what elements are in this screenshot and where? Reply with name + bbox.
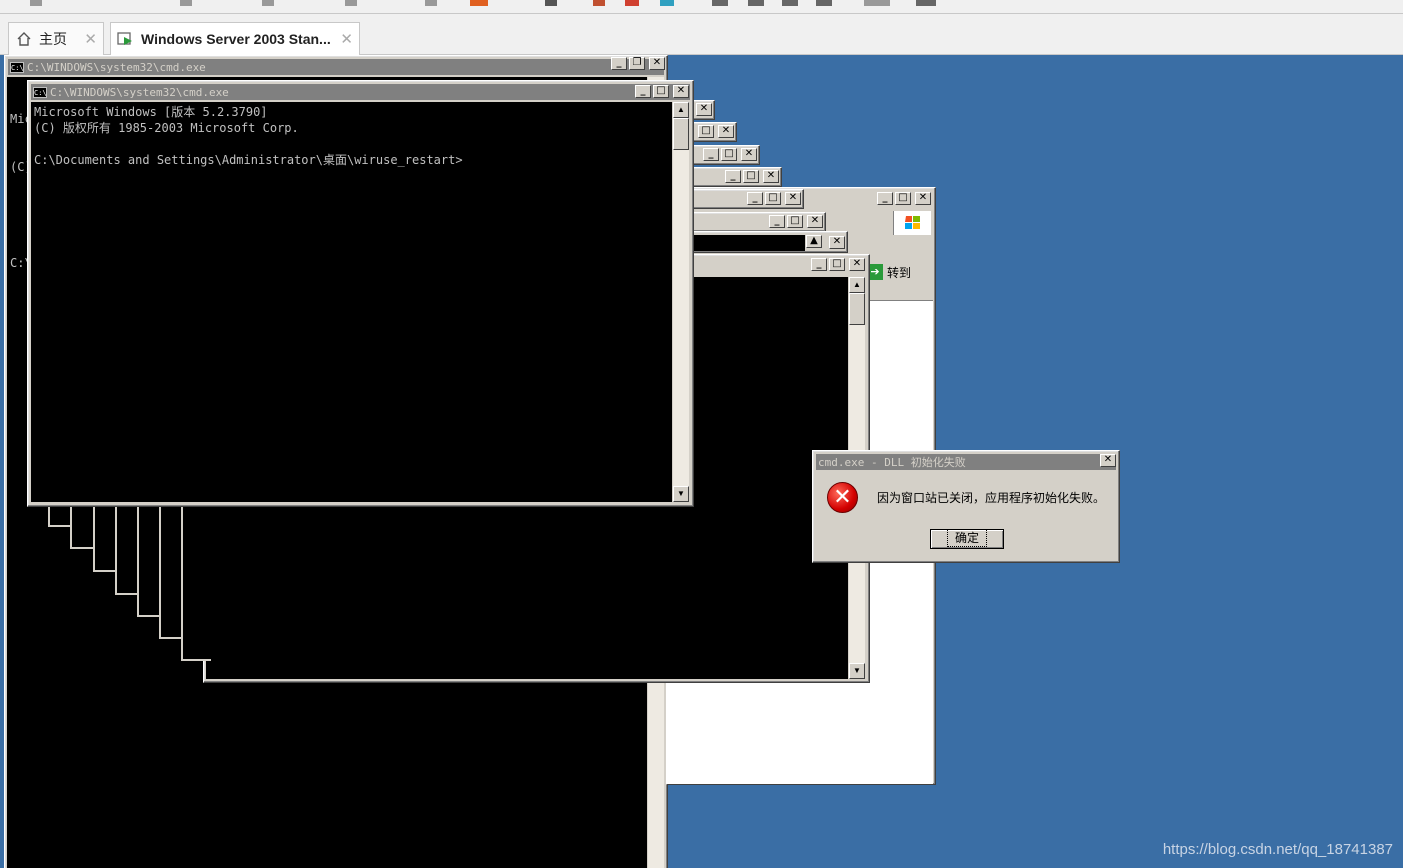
console-area[interactable]: Microsoft Windows [版本 5.2.3790] (C) 版权所有… — [31, 102, 672, 502]
tab-vm-label: Windows Server 2003 Stan... — [141, 31, 331, 47]
tab-home-label: 主页 — [39, 31, 67, 47]
close-button[interactable]: ✕ — [807, 215, 823, 228]
guest-desktop: C:\ C:\WINDOWS\system32\cmd.exe _ ❐ ✕ Mi… — [0, 55, 1403, 868]
scroll-up-arrow[interactable]: ▲ — [673, 102, 689, 118]
maximize-button[interactable]: □ — [765, 192, 781, 205]
minimize-button[interactable]: _ — [725, 170, 741, 183]
ok-button-label: 确定 — [946, 529, 988, 547]
ok-button[interactable]: 确定 — [930, 529, 1004, 549]
scrollbar[interactable]: ▲ ▼ — [673, 102, 689, 502]
scroll-up-arrow[interactable]: ▲ — [806, 235, 822, 248]
close-button[interactable]: ✕ — [718, 125, 734, 138]
maximize-button[interactable]: □ — [743, 170, 759, 183]
go-button[interactable]: ➔ 转到 — [867, 261, 929, 283]
close-button[interactable]: ✕ — [849, 258, 865, 271]
title-bar[interactable]: C:\ C:\WINDOWS\system32\cmd.exe — [8, 59, 664, 75]
dialog-title: cmd.exe - DLL 初始化失败 — [818, 456, 966, 469]
close-icon[interactable]: ✕ — [332, 30, 353, 48]
windows-logo-icon — [893, 211, 931, 235]
watermark: https://blog.csdn.net/qq_18741387 — [1162, 841, 1393, 858]
minimize-button[interactable]: _ — [611, 57, 627, 70]
close-icon[interactable]: ✕ — [76, 30, 97, 48]
scroll-up-arrow[interactable]: ▲ — [849, 277, 865, 293]
close-button[interactable]: ✕ — [696, 103, 712, 116]
minimize-button[interactable]: _ — [769, 215, 785, 228]
close-button[interactable]: ✕ — [915, 192, 931, 205]
maximize-button[interactable]: □ — [721, 148, 737, 161]
tab-vm[interactable]: Windows Server 2003 Stan... ✕ — [110, 22, 360, 55]
close-button[interactable]: ✕ — [1100, 454, 1116, 467]
host-tab-bar: 主页 ✕ Windows Server 2003 Stan... ✕ — [0, 14, 1403, 55]
close-button[interactable]: ✕ — [763, 170, 779, 183]
maximize-button[interactable]: □ — [787, 215, 803, 228]
maximize-button[interactable]: □ — [653, 85, 669, 98]
dialog-title-bar[interactable]: cmd.exe - DLL 初始化失败 — [816, 454, 1116, 470]
host-toolbar — [0, 0, 1403, 14]
minimize-button[interactable]: _ — [811, 258, 827, 271]
minimize-button[interactable]: _ — [747, 192, 763, 205]
home-icon — [15, 30, 33, 48]
scroll-thumb[interactable] — [849, 293, 865, 325]
scroll-thumb[interactable] — [673, 118, 689, 150]
close-button[interactable]: ✕ — [649, 57, 665, 70]
error-icon: ✕ — [827, 482, 858, 513]
maximize-button[interactable]: □ — [698, 125, 714, 138]
scroll-down-arrow[interactable]: ▼ — [849, 663, 865, 679]
close-button[interactable]: ✕ — [673, 85, 689, 98]
maximize-button[interactable]: □ — [829, 258, 845, 271]
restore-button[interactable]: ❐ — [629, 57, 645, 70]
window-title: C:\WINDOWS\system32\cmd.exe — [50, 85, 229, 99]
go-button-label: 转到 — [887, 265, 912, 280]
cmd-window-front[interactable]: C:\ C:\WINDOWS\system32\cmd.exe _ □ ✕ Mi… — [27, 80, 694, 507]
maximize-button[interactable]: □ — [895, 192, 911, 205]
vm-icon — [117, 30, 135, 48]
minimize-button[interactable]: _ — [877, 192, 893, 205]
error-dialog[interactable]: cmd.exe - DLL 初始化失败 ✕ ✕ 因为窗口站已关闭，应用程序初始化… — [812, 450, 1120, 563]
cmd-icon: C:\ — [10, 61, 24, 73]
dialog-message: 因为窗口站已关闭，应用程序初始化失败。 — [877, 491, 1106, 505]
scroll-down-arrow[interactable]: ▼ — [673, 486, 689, 502]
close-button[interactable]: ✕ — [741, 148, 757, 161]
cmd-icon: C:\ — [33, 86, 47, 98]
close-button[interactable]: ✕ — [829, 236, 845, 249]
close-button[interactable]: ✕ — [785, 192, 801, 205]
tab-home[interactable]: 主页 ✕ — [8, 22, 104, 55]
window-title: C:\WINDOWS\system32\cmd.exe — [27, 60, 206, 74]
minimize-button[interactable]: _ — [703, 148, 719, 161]
minimize-button[interactable]: _ — [635, 85, 651, 98]
window-edge — [181, 505, 211, 661]
title-bar[interactable]: C:\ C:\WINDOWS\system32\cmd.exe — [31, 84, 690, 100]
